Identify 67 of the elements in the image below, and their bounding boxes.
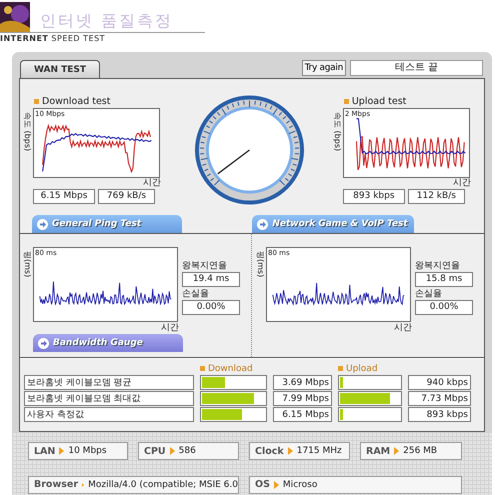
app-subtitle: INTERNET SPEED TEST bbox=[0, 34, 106, 43]
reading-field: 893 kbps bbox=[342, 189, 405, 204]
table-cell: 940 kbps bbox=[408, 375, 471, 390]
triangle-icon bbox=[394, 447, 400, 455]
info-label: Clock bbox=[255, 446, 284, 456]
info-label: CPU bbox=[144, 446, 166, 456]
info-value: 10 Mbps bbox=[68, 446, 107, 456]
column-header: Upload bbox=[338, 363, 402, 374]
arrow-icon bbox=[38, 338, 49, 348]
axis-label: 속도 (bps) bbox=[22, 112, 33, 152]
reading-field: 6.15 Mbps bbox=[33, 189, 95, 204]
axis-label: 시간 bbox=[160, 322, 179, 334]
table-cell: 보라홈넷 케이블모뎀 평균 bbox=[24, 375, 194, 390]
section-heading: Bandwidth Gauge bbox=[33, 334, 183, 352]
arrow-icon bbox=[257, 218, 268, 230]
status-field: 테스트 끝 bbox=[350, 60, 483, 76]
bullet-icon bbox=[344, 99, 349, 104]
axis-label: 핑(ms) bbox=[255, 251, 266, 278]
info-label: RAM bbox=[366, 446, 390, 456]
latency-field: 15.8 ms bbox=[415, 272, 473, 287]
table-cell: 사용자 측정값 bbox=[24, 407, 194, 422]
loss-label: 손실율 bbox=[415, 289, 443, 300]
triangle-icon bbox=[288, 447, 293, 455]
tab[interactable]: WAN TEST bbox=[20, 60, 100, 78]
info-label: LAN bbox=[34, 446, 56, 456]
table-cell: 6.15 Mbps bbox=[273, 407, 332, 422]
loss-label: 손실율 bbox=[182, 289, 210, 300]
table-cell: 보라홈넷 케이블모뎀 최대값 bbox=[24, 391, 194, 406]
reading-field: 769 kB/s bbox=[98, 189, 155, 204]
logo-text: 인터넷 품질측정 bbox=[40, 11, 174, 32]
info-label: Browser bbox=[34, 479, 78, 490]
section-heading: Network Game & VoIP Test bbox=[252, 215, 414, 233]
column-header: Download bbox=[200, 363, 267, 374]
triangle-icon bbox=[59, 447, 64, 455]
triangle-icon bbox=[170, 447, 175, 455]
axis-label: 시간 bbox=[393, 322, 412, 334]
axis-label: 핑(ms) bbox=[22, 251, 33, 278]
bullet-icon bbox=[200, 366, 205, 371]
latency-field: 19.4 ms bbox=[182, 272, 240, 287]
axis-label: 시간 bbox=[452, 178, 471, 189]
triangle-icon bbox=[82, 480, 84, 488]
section-heading: General Ping Test bbox=[32, 215, 182, 233]
table-cell: 3.69 Mbps bbox=[273, 375, 332, 390]
info-value: Mozilla/4.0 (compatible; MSIE 6.0 bbox=[88, 480, 238, 490]
info-label: OS bbox=[255, 479, 270, 490]
table-cell: 7.99 Mbps bbox=[273, 391, 332, 406]
latency-label: 왕복지연율 bbox=[182, 261, 228, 272]
table-cell: 893 kbps bbox=[408, 407, 471, 422]
loss-field: 0.00% bbox=[415, 300, 473, 315]
bullet-icon bbox=[34, 99, 39, 104]
info-value: 1715 MHz bbox=[296, 446, 342, 456]
bullet-icon bbox=[338, 366, 343, 371]
latency-label: 왕복지연율 bbox=[415, 261, 461, 272]
info-value: Microso bbox=[282, 480, 318, 490]
try-again-button[interactable]: Try again bbox=[302, 60, 346, 76]
info-value: 256 MB bbox=[403, 446, 438, 456]
reading-field: 112 kB/s bbox=[408, 189, 465, 204]
chart-title: Download test bbox=[21, 95, 192, 108]
logo-icon bbox=[0, 2, 30, 32]
loss-field: 0.00% bbox=[182, 300, 240, 315]
arrow-icon bbox=[37, 218, 48, 230]
info-value: 586 bbox=[178, 446, 196, 456]
table-cell: 7.73 Mbps bbox=[408, 391, 471, 406]
axis-label: 속도 (bps) bbox=[332, 112, 343, 152]
axis-label: 시간 bbox=[142, 178, 161, 189]
triangle-icon bbox=[274, 480, 279, 488]
chart-title: Upload test bbox=[330, 95, 484, 108]
